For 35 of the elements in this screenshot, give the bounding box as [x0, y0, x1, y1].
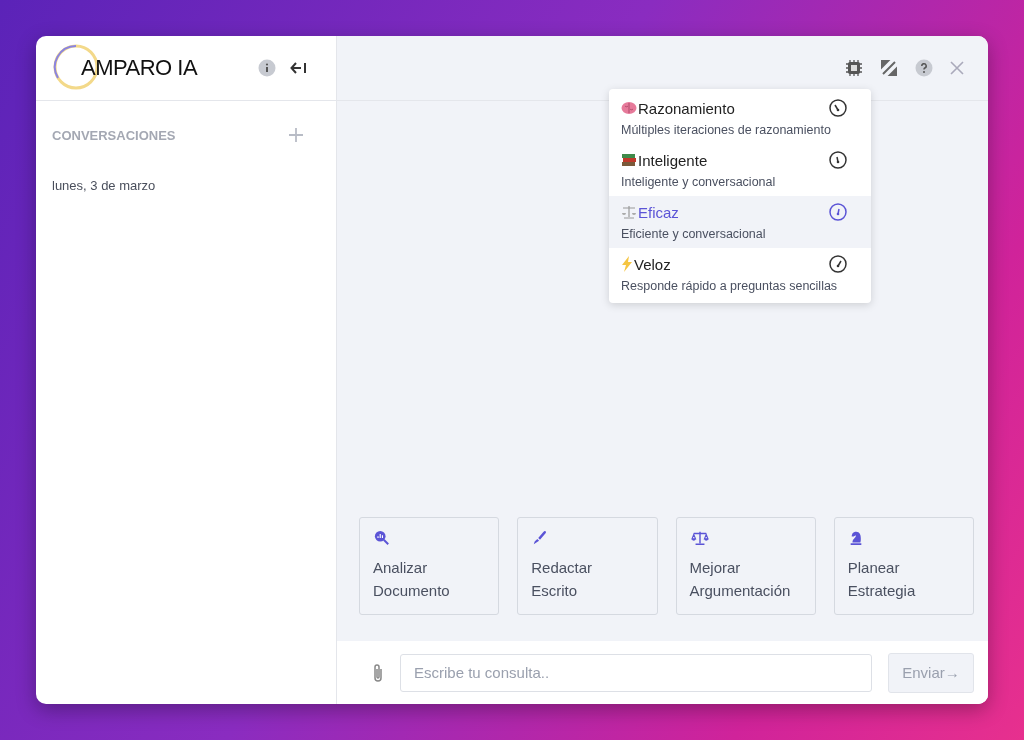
brand-name: AMPARO IA	[81, 55, 198, 81]
collapse-sidebar-icon[interactable]	[290, 60, 308, 76]
books-icon	[621, 153, 637, 167]
model-description: Múltiples iteraciones de razonamiento	[621, 123, 832, 137]
message-input[interactable]: Escribe tu consulta..	[400, 653, 872, 692]
gauge-icon	[829, 203, 847, 221]
gauge-icon	[829, 255, 847, 273]
paperclip-icon[interactable]	[372, 662, 384, 683]
magnifier-chart-icon	[373, 530, 391, 546]
model-option[interactable]: Veloz Responde rápido a preguntas sencillas	[609, 248, 871, 300]
model-option[interactable]: Inteligente Inteligente y conversacional	[609, 144, 871, 196]
model-name: Razonamiento	[638, 99, 735, 117]
gauge-icon	[829, 99, 847, 117]
suggestion-card[interactable]: Analizar Documento	[359, 517, 500, 615]
model-option[interactable]: Eficaz Eficiente y conversacional	[609, 196, 871, 248]
ai-chip-icon[interactable]	[845, 59, 863, 77]
model-description: Eficiente y conversacional	[621, 227, 767, 241]
model-name: Inteligente	[638, 151, 708, 169]
suggestion-card[interactable]: Redactar Escrito	[517, 517, 658, 615]
model-description: Responde rápido a preguntas sencillas	[621, 279, 839, 293]
section-heading: CONVERSACIONES	[52, 127, 177, 143]
date-label: lunes, 3 de marzo	[51, 177, 157, 193]
gauge-icon	[829, 151, 847, 169]
lightning-icon	[621, 256, 633, 272]
suggestion-card[interactable]: Planear Estrategia	[833, 517, 974, 615]
scales-icon	[621, 205, 637, 219]
suggestion-card[interactable]: Mejorar Argumentación	[675, 517, 816, 615]
help-icon[interactable]	[915, 59, 933, 77]
brain-icon	[621, 101, 637, 115]
info-icon[interactable]	[258, 59, 276, 77]
scales-icon	[689, 530, 710, 546]
model-name: Veloz	[634, 255, 671, 273]
model-name: Eficaz	[638, 203, 679, 221]
model-description: Inteligente y conversacional	[621, 175, 777, 189]
model-option[interactable]: Razonamiento Múltiples iteraciones de razonamiento	[609, 92, 871, 144]
